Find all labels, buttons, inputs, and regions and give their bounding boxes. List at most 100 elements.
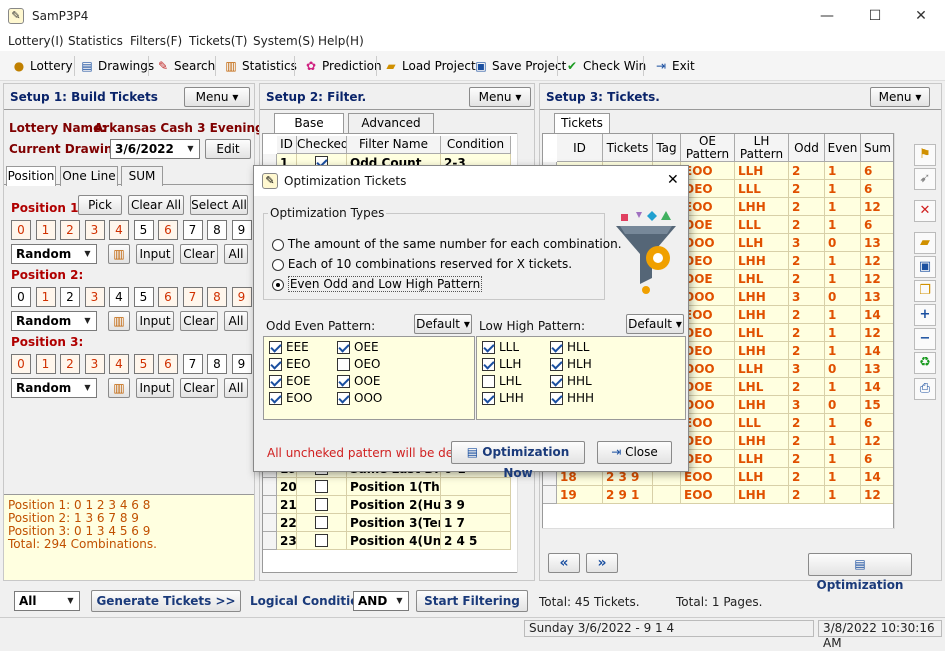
minimize-button[interactable]: —: [817, 6, 837, 26]
low-high-pattern-hlh[interactable]: HLH: [550, 357, 592, 371]
checkbox-icon[interactable]: [337, 358, 350, 371]
checkbox-icon[interactable]: [550, 392, 563, 405]
position-3-digit-4[interactable]: 4: [109, 354, 129, 374]
plus-icon[interactable]: +: [914, 304, 936, 326]
filter-checked-cell[interactable]: [297, 514, 347, 532]
setup3-menu-button[interactable]: Menu ▾: [870, 87, 930, 107]
generate-tickets-button[interactable]: Generate Tickets >>: [91, 590, 241, 612]
position-3-digit-8[interactable]: 8: [207, 354, 227, 374]
checkbox-icon[interactable]: [269, 375, 282, 388]
position-2-digit-2[interactable]: 2: [60, 287, 80, 307]
position-mode-select[interactable]: Random ▼: [11, 378, 97, 398]
checkbox-icon[interactable]: [550, 375, 563, 388]
filter-checked-cell[interactable]: [297, 478, 347, 496]
delete-icon[interactable]: ✕: [914, 200, 936, 222]
position-2-digit-5[interactable]: 5: [133, 287, 154, 307]
position-1-digit-1[interactable]: 1: [35, 220, 56, 240]
checkbox-icon[interactable]: [550, 358, 563, 371]
menu-lottery[interactable]: Lottery(I): [8, 34, 64, 48]
option-ten-combinations[interactable]: Each of 10 combinations reserved for X t…: [272, 257, 572, 271]
position-3-digit-6[interactable]: 6: [158, 354, 178, 374]
toolbar-save-project-button[interactable]: ▣ Save Project: [472, 56, 566, 76]
menu-system[interactable]: System(S): [253, 34, 315, 48]
position-3-digit-7[interactable]: 7: [182, 354, 203, 374]
odd-even-pattern-eee[interactable]: EEE: [269, 340, 309, 354]
tab-position[interactable]: Position: [6, 166, 56, 186]
tickets-vscrollbar[interactable]: [894, 133, 908, 529]
odd-even-pattern-eoe[interactable]: EOE: [269, 374, 311, 388]
tab-sum[interactable]: SUM: [121, 166, 163, 186]
low-high-pattern-hhl[interactable]: HHL: [550, 374, 592, 388]
tab-advanced-filters[interactable]: Advanced Filters: [348, 113, 434, 149]
position-2-digit-6[interactable]: 6: [158, 287, 178, 307]
copy-icon[interactable]: ❐: [914, 280, 936, 302]
input-button[interactable]: Input: [136, 311, 174, 331]
folder-icon[interactable]: ▰: [914, 232, 936, 254]
start-filtering-button[interactable]: Start Filtering >>: [416, 590, 528, 628]
dialog-close-button[interactable]: ⇥ Close: [597, 441, 672, 464]
low-high-pattern-llh[interactable]: LLH: [482, 357, 521, 371]
checkbox-icon[interactable]: [482, 341, 495, 354]
dialog-close-icon[interactable]: ✕: [667, 172, 679, 188]
checkbox-icon[interactable]: [482, 375, 495, 388]
clear-button[interactable]: Clear: [180, 244, 218, 264]
chart-icon[interactable]: ▥: [108, 244, 130, 264]
all-button[interactable]: All: [224, 378, 248, 398]
position-1-digit-3[interactable]: 3: [84, 220, 105, 240]
checkbox-icon[interactable]: [337, 375, 350, 388]
low-high-pattern-hll[interactable]: HLL: [550, 340, 589, 354]
odd-even-pattern-eeo[interactable]: EEO: [269, 357, 311, 371]
position-3-digit-5[interactable]: 5: [133, 354, 154, 374]
input-button[interactable]: Input: [136, 244, 174, 264]
position-2-digit-7[interactable]: 7: [182, 287, 203, 307]
minus-icon[interactable]: −: [914, 328, 936, 350]
filter-checked-cell[interactable]: [297, 532, 347, 550]
checkbox-icon[interactable]: [337, 392, 350, 405]
position-1-digit-8[interactable]: 8: [207, 220, 227, 240]
low-high-pattern-lll[interactable]: LLL: [482, 340, 519, 354]
position-3-digit-9[interactable]: 9: [231, 354, 252, 374]
checkbox-icon[interactable]: [482, 358, 495, 371]
input-button[interactable]: Input: [136, 378, 174, 398]
toolbar-check-win-button[interactable]: ✔ Check Win: [563, 56, 646, 76]
option-same-number[interactable]: The amount of the same number for each c…: [272, 237, 622, 251]
position-mode-select[interactable]: Random ▼: [11, 311, 97, 331]
checkbox-icon[interactable]: [337, 341, 350, 354]
checkbox-icon[interactable]: [315, 480, 328, 493]
save-icon[interactable]: ▣: [914, 256, 936, 278]
select-all-button[interactable]: Select All: [190, 195, 248, 215]
filter-checked-cell[interactable]: [297, 496, 347, 514]
chart-icon[interactable]: ▥: [108, 378, 130, 398]
odd-even-default-button[interactable]: Default ▾: [414, 314, 472, 334]
toolbar-exit-button[interactable]: ⇥ Exit: [652, 56, 695, 76]
position-1-digit-9[interactable]: 9: [231, 220, 252, 240]
chart-icon[interactable]: ▥: [108, 311, 130, 331]
checkbox-icon[interactable]: [482, 392, 495, 405]
position-mode-select[interactable]: Random ▼: [11, 244, 97, 264]
checkbox-icon[interactable]: [269, 392, 282, 405]
low-high-default-button[interactable]: Default ▾: [626, 314, 684, 334]
position-2-digit-0[interactable]: 0: [11, 287, 31, 307]
maximize-button[interactable]: ☐: [865, 6, 885, 26]
pointer-icon[interactable]: ➹: [914, 168, 936, 190]
low-high-pattern-lhh[interactable]: LHH: [482, 391, 524, 405]
position-3-digit-1[interactable]: 1: [35, 354, 56, 374]
edit-button[interactable]: Edit: [205, 139, 251, 159]
odd-even-pattern-oeo[interactable]: OEO: [337, 357, 380, 371]
position-1-digit-0[interactable]: 0: [11, 220, 31, 240]
position-1-digit-6[interactable]: 6: [158, 220, 178, 240]
all-button[interactable]: All: [224, 311, 248, 331]
optimization-button[interactable]: ▤ Optimization: [808, 553, 912, 592]
tab-base-filters[interactable]: Base Filters: [274, 113, 344, 149]
menu-statistics[interactable]: Statistics: [68, 34, 123, 48]
recycle-icon[interactable]: ♻: [914, 352, 936, 374]
position-1-digit-4[interactable]: 4: [109, 220, 129, 240]
tab-one-line[interactable]: One Line: [60, 166, 118, 186]
close-button[interactable]: ✕: [911, 6, 931, 26]
tickets-hscrollbar[interactable]: [542, 528, 894, 543]
odd-even-pattern-ooe[interactable]: OOE: [337, 374, 380, 388]
filter-scope-select[interactable]: All ▼: [14, 591, 80, 611]
clear-button[interactable]: Clear: [180, 311, 218, 331]
position-2-digit-1[interactable]: 1: [35, 287, 56, 307]
pick-button[interactable]: Pick: [78, 195, 122, 215]
